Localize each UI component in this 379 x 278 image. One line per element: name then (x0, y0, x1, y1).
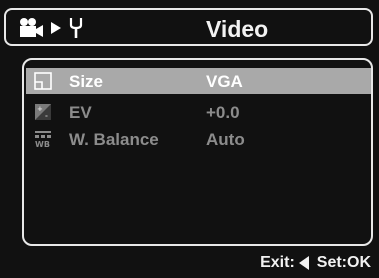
header-icons (18, 16, 84, 40)
wrench-icon (69, 18, 83, 38)
menu-item-value: Auto (206, 130, 245, 149)
exit-hint[interactable]: Exit: (260, 254, 309, 272)
menu-item-white-balance[interactable]: WB W. Balance Auto (26, 126, 371, 152)
set-hint[interactable]: Set:OK (317, 254, 371, 272)
image-size-icon (34, 72, 52, 90)
menu-panel: Size VGA + - EV +0.0 WB W. Balance Auto (22, 58, 373, 246)
left-arrow-icon (298, 256, 309, 270)
exit-label: Exit: (260, 254, 295, 271)
menu-item-value: +0.0 (206, 103, 240, 122)
menu-item-label: EV (69, 103, 92, 122)
page-title: Video (206, 16, 269, 42)
header-bar: Video (4, 8, 373, 46)
menu-item-size[interactable]: Size VGA (26, 68, 371, 94)
svg-text:WB: WB (35, 140, 50, 148)
footer-hints: Exit: Set:OK (260, 252, 371, 274)
svg-text:-: - (45, 112, 48, 120)
set-label: Set:OK (316, 254, 371, 271)
exposure-icon: + - (35, 104, 51, 120)
menu-item-label: W. Balance (69, 130, 159, 149)
white-balance-icon: WB (35, 131, 51, 148)
menu-item-ev[interactable]: + - EV +0.0 (26, 99, 371, 125)
svg-text:+: + (37, 105, 43, 113)
arrow-right-icon (51, 22, 61, 34)
video-camera-icon (20, 18, 43, 37)
menu-item-value: VGA (206, 72, 243, 91)
menu-item-label: Size (69, 72, 104, 91)
